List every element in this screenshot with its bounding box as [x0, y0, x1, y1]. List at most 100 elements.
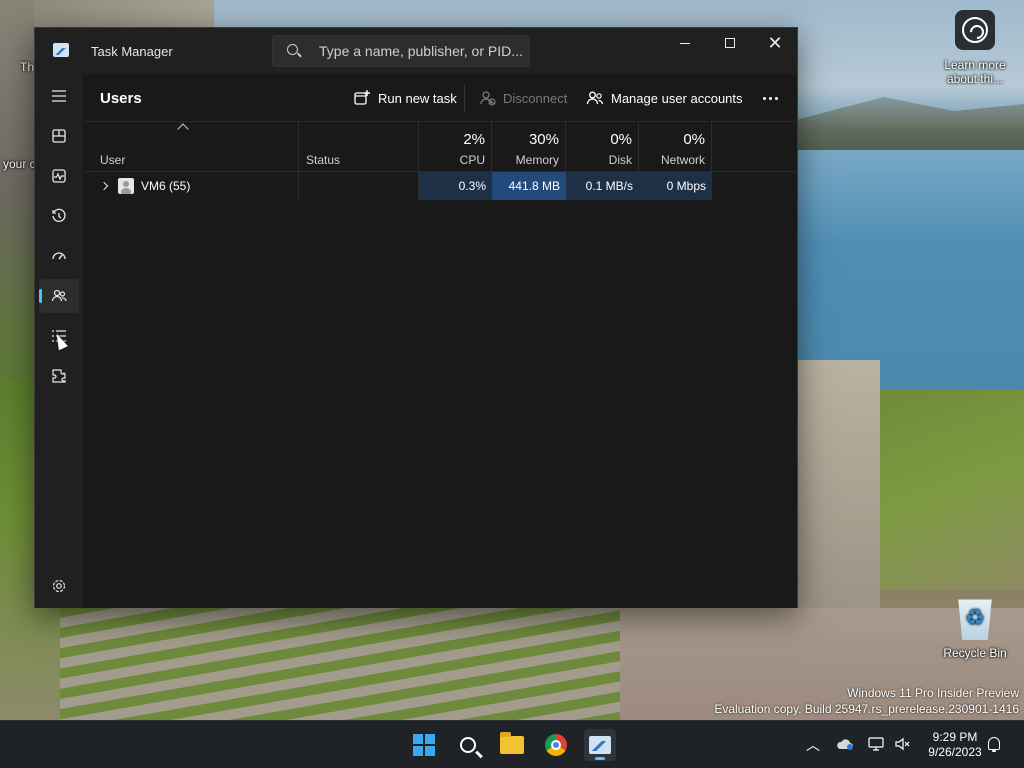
network-icon [868, 737, 884, 751]
user-name: VM6 (55) [141, 179, 191, 193]
windows-logo-icon [413, 734, 435, 756]
taskbar-search-button[interactable] [452, 729, 484, 761]
nav-startup-apps[interactable] [39, 239, 79, 273]
taskbar-clock[interactable]: 9:29 PM 9/26/2023 [920, 730, 990, 760]
recycle-bin-label: Recycle Bin [943, 646, 1007, 660]
recycle-bin-icon: ♻ [958, 599, 992, 640]
search-icon [287, 44, 298, 55]
maximize-icon [725, 38, 735, 48]
column-header-cpu[interactable]: 2% CPU [419, 122, 492, 172]
close-icon: ✕ [767, 33, 783, 53]
nav-app-history[interactable] [39, 199, 79, 233]
memory-total-pct: 30% [528, 131, 559, 148]
volume-tray-button[interactable] [894, 736, 910, 755]
manage-user-accounts-button[interactable]: Manage user accounts [586, 87, 743, 109]
column-header-user[interactable]: User [83, 122, 299, 172]
show-hidden-icons-button[interactable]: ︿ [806, 735, 820, 755]
hamburger-menu-icon [52, 90, 66, 102]
expand-chevron-icon[interactable] [100, 181, 110, 191]
more-options-icon [763, 97, 766, 100]
folder-icon [500, 732, 524, 754]
task-manager-icon [589, 736, 611, 754]
onedrive-tray-button[interactable] [836, 737, 854, 754]
column-status-label: Status [306, 153, 341, 167]
disconnect-icon [480, 91, 496, 106]
task-manager-window: Task Manager ✕ [34, 27, 798, 608]
nav-settings[interactable] [39, 569, 79, 603]
watermark-line2: Evaluation copy. Build 25947.rs_prerelea… [714, 702, 1019, 716]
table-row[interactable]: VM6 (55) 0.3% 441.8 MB 0.1 MB/s 0 Mbps [83, 172, 797, 200]
sort-ascending-icon [177, 123, 189, 135]
page-title: Users [100, 90, 142, 107]
manage-user-accounts-label: Manage user accounts [611, 90, 743, 106]
manage-users-icon [586, 91, 604, 105]
volume-muted-icon [895, 737, 910, 751]
wallpaper-top [34, 0, 214, 28]
task-manager-taskbar-button[interactable] [584, 729, 616, 761]
more-options-button[interactable] [763, 97, 778, 100]
column-disk-label: Disk [608, 153, 632, 167]
watermark-line1: Windows 11 Pro Insider Preview [847, 686, 1019, 700]
user-cell: VM6 (55) [83, 172, 299, 200]
desktop-partial-label: Th [20, 60, 35, 74]
wallpaper-sea [790, 150, 1024, 390]
clock-time: 9:29 PM [932, 730, 978, 744]
task-manager-app-icon [53, 43, 69, 57]
column-header-network[interactable]: 0% Network [639, 122, 712, 172]
run-new-task-label: Run new task [378, 90, 457, 106]
search-box[interactable] [272, 35, 530, 67]
learn-more-desktop-icon[interactable]: Learn more about thi... [935, 10, 1015, 86]
command-bar: Users Run new task Disconnect Manage use… [83, 74, 797, 122]
column-cpu-label: CPU [459, 153, 485, 167]
notifications-bell-icon[interactable] [988, 737, 1000, 752]
performance-icon [52, 169, 66, 183]
user-avatar-icon [118, 178, 134, 194]
window-title: Task Manager [91, 44, 173, 59]
column-header-memory[interactable]: 30% Memory [492, 122, 566, 172]
disconnect-label: Disconnect [503, 90, 568, 106]
column-header-disk[interactable]: 0% Disk [566, 122, 639, 172]
nav-services[interactable] [39, 359, 79, 393]
chevron-up-icon: ︿ [806, 737, 820, 753]
column-user-label: User [100, 153, 126, 167]
nav-users[interactable] [39, 279, 79, 313]
disk-total-pct: 0% [610, 131, 632, 148]
minimize-button[interactable] [662, 28, 708, 58]
column-memory-label: Memory [515, 153, 559, 167]
nav-performance[interactable] [39, 159, 79, 193]
table-header: User Status 2% CPU 30% Memory 0% Disk 0%… [83, 122, 797, 172]
column-network-label: Network [660, 153, 705, 167]
users-page: Users Run new task Disconnect Manage use… [83, 74, 797, 608]
disk-cell: 0.1 MB/s [566, 172, 639, 200]
app-history-icon [52, 208, 66, 222]
close-button[interactable]: ✕ [752, 28, 798, 58]
cloud-icon [837, 739, 853, 750]
nav-processes[interactable] [39, 119, 79, 153]
search-input[interactable] [319, 41, 524, 61]
settings-icon [52, 579, 66, 593]
memory-cell: 441.8 MB [492, 172, 566, 200]
network-tray-button[interactable] [868, 736, 884, 755]
chrome-button[interactable] [540, 729, 572, 761]
services-icon [52, 369, 66, 383]
cpu-total-pct: 2% [463, 131, 485, 148]
desktop-partial-label: your c [3, 157, 36, 171]
users-icon [51, 289, 67, 302]
run-new-task-button[interactable]: Run new task [353, 87, 457, 109]
search-icon [460, 737, 476, 753]
hamburger-menu-button[interactable] [39, 79, 79, 113]
start-button[interactable] [408, 729, 440, 761]
recycle-bin-desktop-icon[interactable]: ♻ Recycle Bin [935, 596, 1015, 660]
status-cell [299, 172, 419, 200]
title-bar[interactable]: Task Manager ✕ [35, 28, 797, 74]
network-cell: 0 Mbps [639, 172, 712, 200]
maximize-button[interactable] [707, 28, 753, 58]
learn-more-label: Learn more about thi... [944, 58, 1006, 86]
processes-icon [52, 129, 66, 143]
file-explorer-button[interactable] [496, 729, 528, 761]
column-header-status[interactable]: Status [299, 122, 419, 172]
disconnect-button[interactable]: Disconnect [478, 87, 567, 109]
chrome-icon [545, 734, 567, 756]
wallpaper-terraces [0, 608, 620, 720]
toolbar-separator [464, 84, 465, 112]
